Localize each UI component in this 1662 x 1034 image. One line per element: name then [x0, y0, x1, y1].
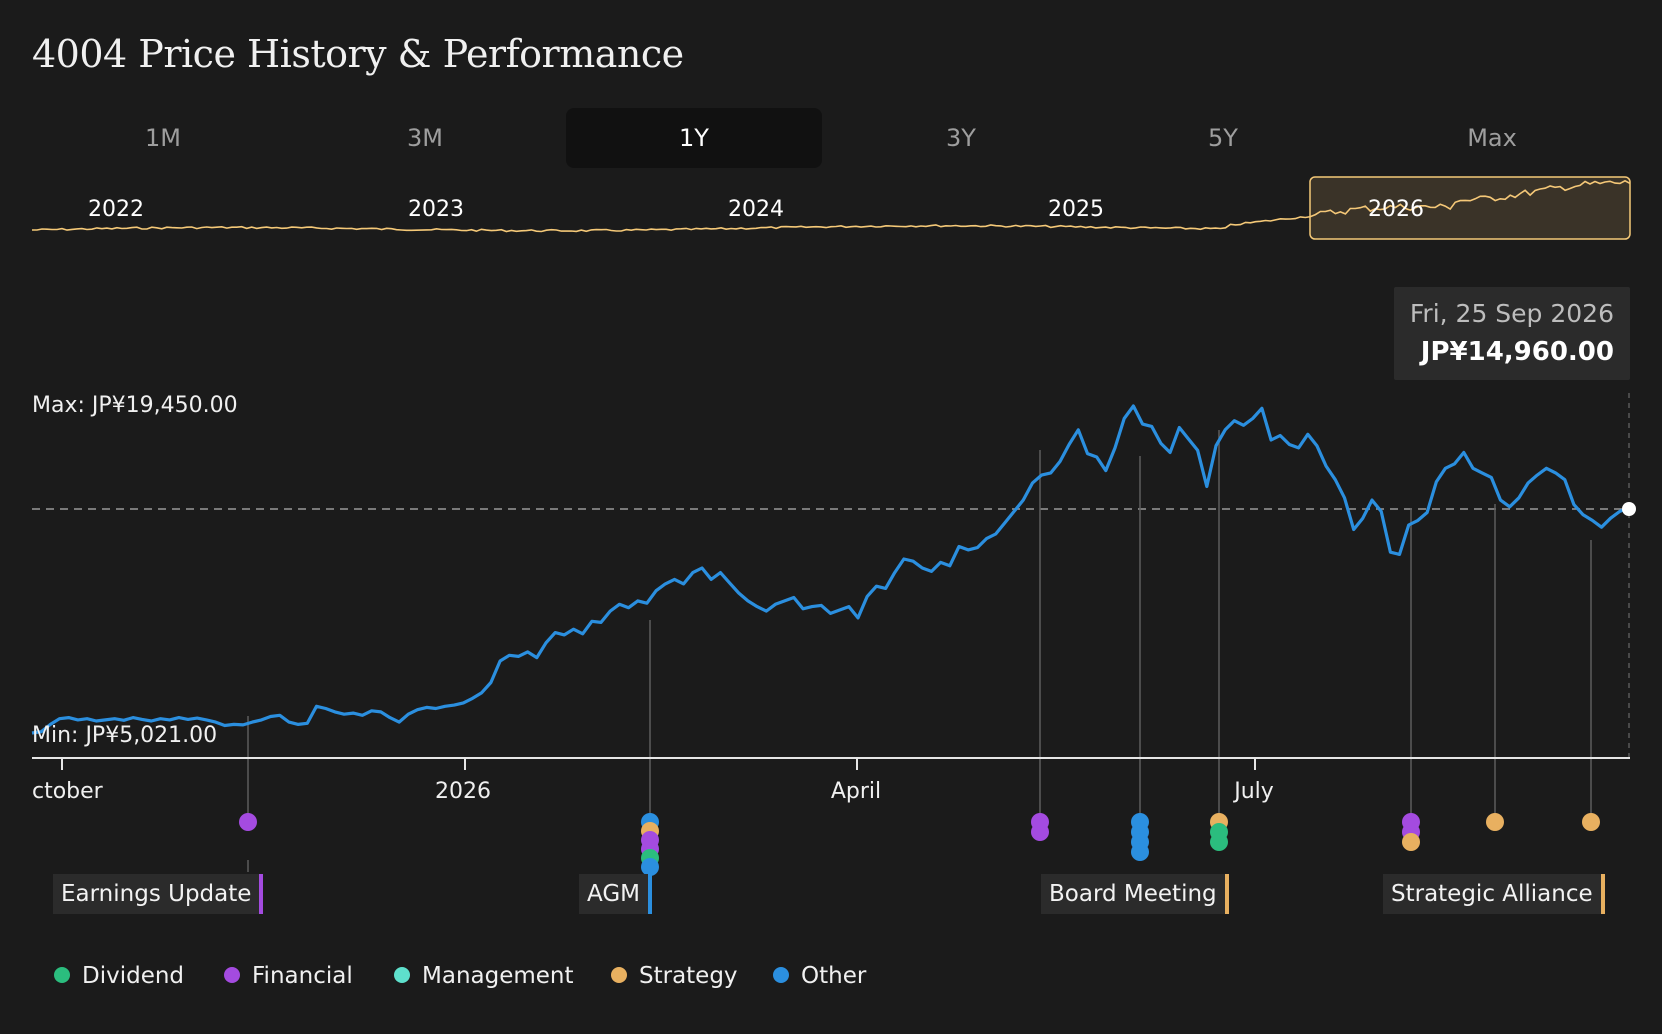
current-price-marker[interactable] — [1622, 502, 1636, 516]
price-tooltip: Fri, 25 Sep 2026 JP¥14,960.00 — [1394, 287, 1630, 380]
navigator-year-2023: 2023 — [408, 197, 464, 222]
max-price-label: Max: JP¥19,450.00 — [32, 393, 238, 418]
navigator-selection[interactable] — [1309, 176, 1631, 240]
event-label-text: Board Meeting — [1049, 881, 1217, 907]
event-dot-strategy[interactable] — [1486, 813, 1504, 831]
event-label-board-meeting[interactable]: Board Meeting — [1041, 874, 1229, 914]
event-dots[interactable] — [239, 813, 1600, 876]
event-dot-financial[interactable] — [239, 813, 257, 831]
management-dot-icon — [394, 966, 410, 983]
legend-label: Management — [422, 963, 574, 989]
x-tick-label-2026: 2026 — [435, 779, 491, 804]
x-tick-label-october: ctober — [32, 779, 104, 804]
event-label-earnings-update[interactable]: Earnings Update — [53, 874, 264, 914]
legend-label: Strategy — [639, 963, 738, 989]
legend-item-other[interactable]: Other — [773, 958, 866, 994]
navigator-year-2024: 2024 — [728, 197, 784, 222]
tooltip-price: JP¥14,960.00 — [1420, 337, 1614, 367]
event-dot-strategy[interactable] — [1582, 813, 1600, 831]
event-label-text: AGM — [587, 881, 640, 907]
event-dot-strategy[interactable] — [1402, 833, 1420, 851]
event-label-text: Earnings Update — [61, 881, 252, 907]
event-label-agm[interactable]: AGM — [579, 874, 652, 914]
event-label-text: Strategic Alliance — [1391, 881, 1593, 907]
dividend-dot-icon — [54, 966, 70, 983]
legend-label: Financial — [252, 963, 353, 989]
x-axis-ticks — [61, 758, 1256, 770]
navigator[interactable]: 2022 2023 2024 2025 2026 — [32, 176, 1631, 240]
event-stems — [247, 430, 1592, 872]
tooltip-date: Fri, 25 Sep 2026 — [1409, 299, 1614, 328]
min-price-label: Min: JP¥5,021.00 — [32, 723, 217, 748]
event-dot-dividend[interactable] — [1210, 833, 1228, 851]
other-dot-icon — [773, 966, 789, 983]
navigator-year-2022: 2022 — [88, 197, 144, 222]
legend-item-strategy[interactable]: Strategy — [611, 958, 738, 994]
legend-label: Dividend — [82, 963, 185, 989]
event-dot-financial[interactable] — [1031, 823, 1049, 841]
x-tick-label-july: July — [1232, 779, 1274, 804]
event-label-strategic-alliance[interactable]: Strategic Alliance — [1383, 874, 1605, 914]
financial-dot-icon — [224, 966, 240, 983]
legend-item-dividend[interactable]: Dividend — [54, 958, 184, 994]
strategy-dot-icon — [611, 966, 627, 983]
legend-item-financial[interactable]: Financial — [224, 958, 353, 994]
x-tick-label-april: April — [831, 779, 881, 804]
legend-item-management[interactable]: Management — [394, 958, 574, 994]
navigator-year-2026: 2026 — [1368, 197, 1424, 222]
legend-label: Other — [801, 963, 867, 989]
event-dot-other[interactable] — [1131, 843, 1149, 861]
navigator-year-2025: 2025 — [1048, 197, 1104, 222]
price-line[interactable] — [31, 404, 1630, 735]
